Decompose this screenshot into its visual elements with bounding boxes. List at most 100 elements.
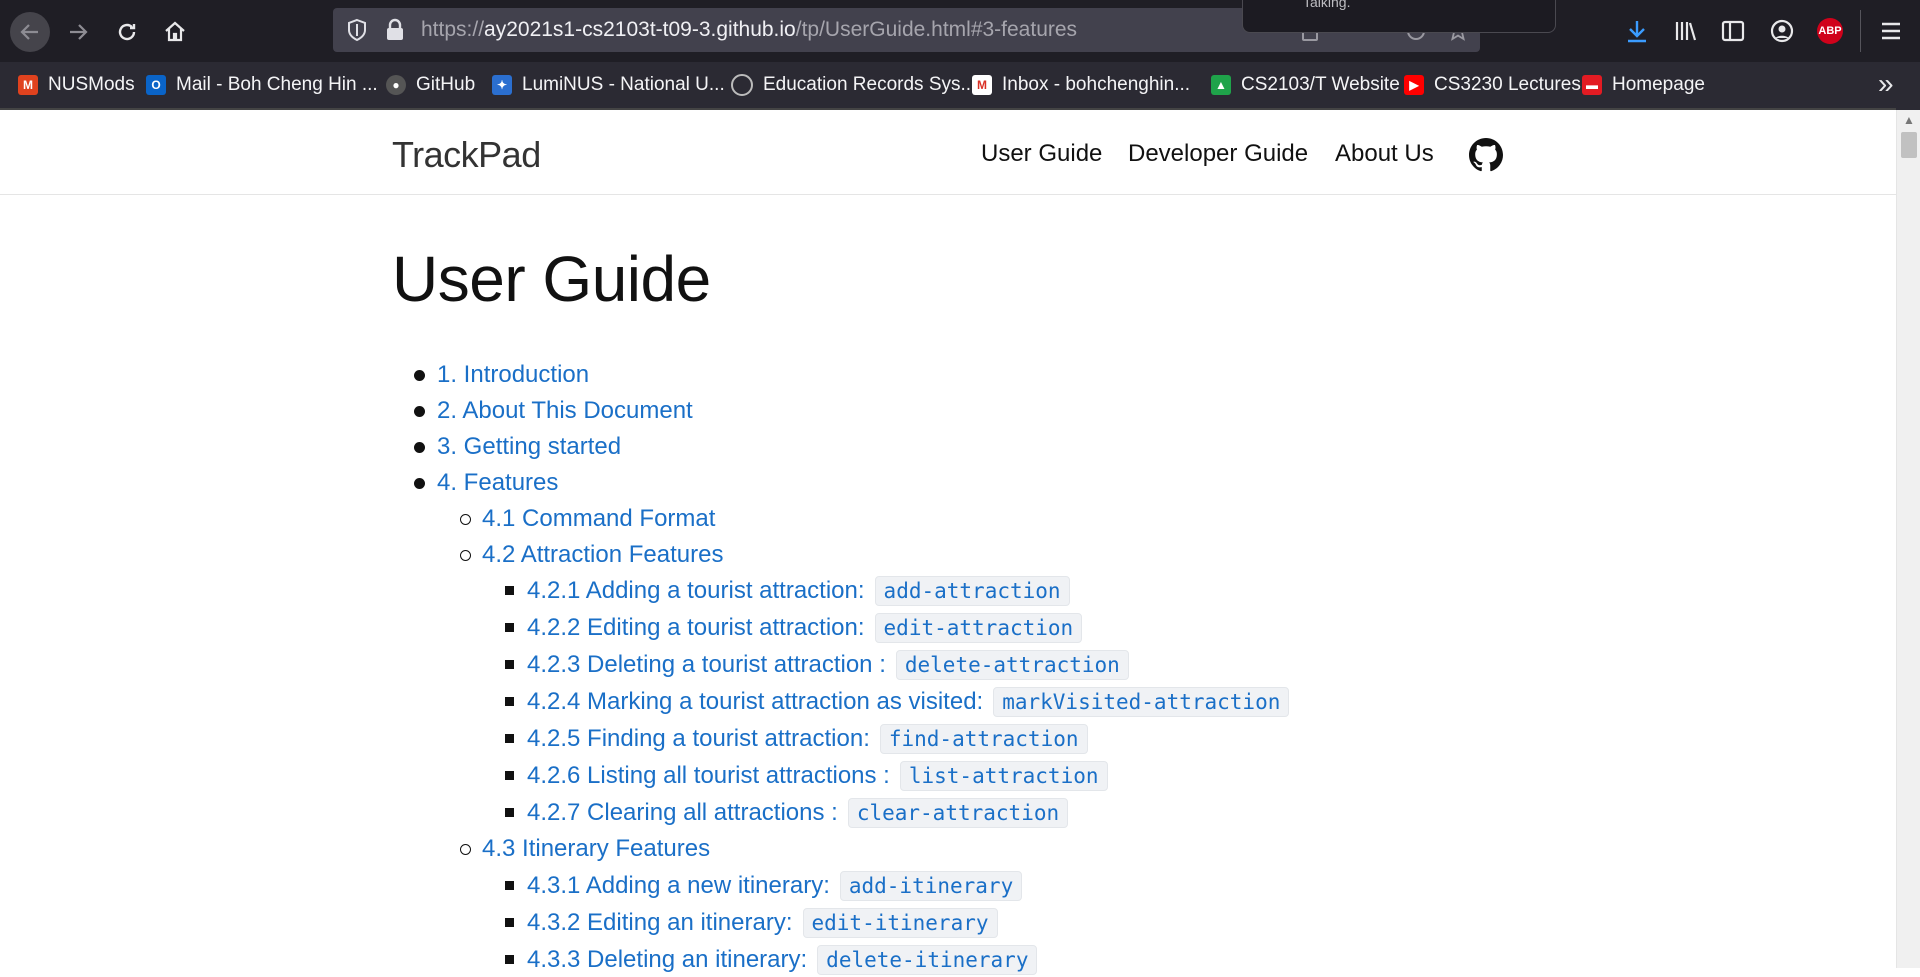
- bookmarks-overflow-icon[interactable]: »: [1878, 68, 1894, 100]
- bookmark-cs3230-lectures[interactable]: ▶ CS3230 Lectures: [1404, 72, 1581, 98]
- square-bullet-icon: [505, 697, 514, 706]
- bookmark-outlook-mail[interactable]: O Mail - Boh Cheng Hin ...: [146, 72, 378, 98]
- toc-link[interactable]: 4. Features: [437, 469, 558, 497]
- bookmark-gmail-inbox[interactable]: M Inbox - bohchenghin...: [972, 72, 1190, 98]
- back-button[interactable]: [10, 12, 50, 52]
- toc-item: 3. Getting started: [414, 430, 621, 464]
- toc-link[interactable]: 4.2.7 Clearing all attractions :: [527, 799, 838, 827]
- toc-link[interactable]: 4.3.2 Editing an itinerary:: [527, 909, 793, 937]
- command-code[interactable]: add-attraction: [874, 576, 1070, 606]
- lock-icon[interactable]: [385, 18, 405, 42]
- toc-item: 4.3.3 Deleting an itinerary: delete-itine…: [505, 943, 1038, 977]
- adblock-button[interactable]: ABP: [1815, 16, 1845, 46]
- disc-bullet-icon: [414, 370, 425, 381]
- square-bullet-icon: [505, 623, 514, 632]
- toc-link[interactable]: 4.2.3 Deleting a tourist attraction :: [527, 651, 886, 679]
- globe-icon: [731, 74, 753, 96]
- toc-item: 4.2.2 Editing a tourist attraction: edit-…: [505, 611, 1083, 645]
- bookmark-label: Mail - Boh Cheng Hin ...: [176, 74, 378, 95]
- bookmark-nusmods[interactable]: M NUSMods: [18, 72, 135, 98]
- bookmarks-toolbar: M NUSMods O Mail - Boh Cheng Hin ... ● GitH…: [0, 62, 1920, 108]
- bookmark-label: GitHub: [416, 74, 476, 95]
- circle-bullet-icon: [460, 844, 471, 855]
- toc-item: 4. Features: [414, 466, 558, 500]
- toc-item: 4.2.7 Clearing all attractions : clear-at…: [505, 796, 1069, 830]
- home-icon: [165, 21, 185, 42]
- sidebar-button[interactable]: [1718, 16, 1748, 46]
- site-brand[interactable]: TrackPad: [392, 134, 541, 176]
- arrow-right-icon: [70, 24, 88, 40]
- bookmark-education-records[interactable]: Education Records Sys...: [731, 72, 976, 98]
- graduation-cap-icon: ▲: [1211, 75, 1231, 95]
- command-code[interactable]: add-itinerary: [839, 871, 1023, 901]
- bookmark-github[interactable]: ● GitHub: [386, 72, 475, 98]
- toc-item: 1. Introduction: [414, 358, 589, 392]
- toc-item: 4.1 Command Format: [460, 502, 715, 536]
- nav-developer-guide[interactable]: Developer Guide: [1128, 140, 1308, 168]
- toc-link[interactable]: 2. About This Document: [437, 397, 693, 425]
- command-code[interactable]: clear-attraction: [847, 798, 1069, 828]
- arrow-left-icon: [20, 24, 38, 40]
- library-icon: [1675, 22, 1697, 41]
- bookmark-label: CS2103/T Website: [1241, 74, 1400, 95]
- github-icon: ●: [386, 75, 406, 95]
- command-code[interactable]: find-attraction: [879, 724, 1088, 754]
- nav-user-guide[interactable]: User Guide: [981, 140, 1102, 168]
- disc-bullet-icon: [414, 406, 425, 417]
- toc-link[interactable]: 4.2.6 Listing all tourist attractions :: [527, 762, 890, 790]
- popup-text: Talking.: [1303, 0, 1351, 10]
- forward-button[interactable]: [58, 12, 98, 52]
- command-code[interactable]: delete-itinerary: [817, 945, 1038, 975]
- toc-link[interactable]: 4.2.2 Editing a tourist attraction:: [527, 614, 865, 642]
- toc-link[interactable]: 4.3.1 Adding a new itinerary:: [527, 872, 830, 900]
- command-code[interactable]: edit-itinerary: [802, 908, 998, 938]
- circle-bullet-icon: [460, 550, 471, 561]
- square-bullet-icon: [505, 808, 514, 817]
- toolbar-divider: [1860, 10, 1861, 52]
- github-icon[interactable]: [1469, 138, 1503, 172]
- toc-item: 4.3 Itinerary Features: [460, 832, 710, 866]
- menu-button[interactable]: [1876, 16, 1906, 46]
- toc-link[interactable]: 4.2.1 Adding a tourist attraction:: [527, 577, 865, 605]
- toc-item: 4.2 Attraction Features: [460, 538, 723, 572]
- bookmark-cs2103-website[interactable]: ▲ CS2103/T Website: [1211, 72, 1400, 98]
- toc-link[interactable]: 1. Introduction: [437, 361, 589, 389]
- scroll-up-arrow-icon[interactable]: ▲: [1897, 110, 1920, 130]
- browser-chrome: https://ay2021s1-cs2103t-t09-3.github.io…: [0, 0, 1920, 110]
- downloads-button[interactable]: [1622, 16, 1652, 46]
- scroll-thumb[interactable]: [1901, 132, 1917, 158]
- toc-link[interactable]: 4.1 Command Format: [482, 505, 715, 533]
- circle-bullet-icon: [460, 514, 471, 525]
- toc-link[interactable]: 4.3 Itinerary Features: [482, 835, 710, 863]
- reload-icon: [118, 23, 136, 41]
- luminus-icon: ✦: [492, 75, 512, 95]
- reload-button[interactable]: [107, 12, 147, 52]
- toc-link[interactable]: 4.2.4 Marking a tourist attraction as vi…: [527, 688, 983, 716]
- library-button[interactable]: [1671, 16, 1701, 46]
- page-scrollbar[interactable]: ▲: [1896, 110, 1920, 968]
- toc-link[interactable]: 4.3.3 Deleting an itinerary:: [527, 946, 807, 974]
- command-code[interactable]: list-attraction: [899, 761, 1108, 791]
- gmail-icon: M: [972, 75, 992, 95]
- url-text[interactable]: https://ay2021s1-cs2103t-t09-3.github.io…: [421, 18, 1077, 42]
- toc-link[interactable]: 4.2.5 Finding a tourist attraction:: [527, 725, 870, 753]
- homepage-icon: ▬: [1582, 75, 1602, 95]
- nusmods-icon: M: [18, 75, 38, 95]
- toc-link[interactable]: 3. Getting started: [437, 433, 621, 461]
- shield-icon[interactable]: [345, 18, 369, 42]
- nav-about-us[interactable]: About Us: [1335, 140, 1434, 168]
- browser-toolbar: https://ay2021s1-cs2103t-t09-3.github.io…: [0, 0, 1920, 62]
- home-button[interactable]: [155, 12, 195, 52]
- bookmark-luminus[interactable]: ✦ LumiNUS - National U...: [492, 72, 725, 98]
- command-code[interactable]: markVisited-attraction: [993, 687, 1290, 717]
- toc-item: 4.3.2 Editing an itinerary: edit-itinerar…: [505, 906, 998, 940]
- square-bullet-icon: [505, 771, 514, 780]
- account-button[interactable]: [1767, 16, 1797, 46]
- toc-item: 4.3.1 Adding a new itinerary: add-itinera…: [505, 869, 1023, 903]
- outlook-icon: O: [146, 75, 166, 95]
- command-code[interactable]: delete-attraction: [895, 650, 1129, 680]
- toc-link[interactable]: 4.2 Attraction Features: [482, 541, 723, 569]
- command-code[interactable]: edit-attraction: [874, 613, 1083, 643]
- square-bullet-icon: [505, 660, 514, 669]
- bookmark-homepage[interactable]: ▬ Homepage: [1582, 72, 1705, 98]
